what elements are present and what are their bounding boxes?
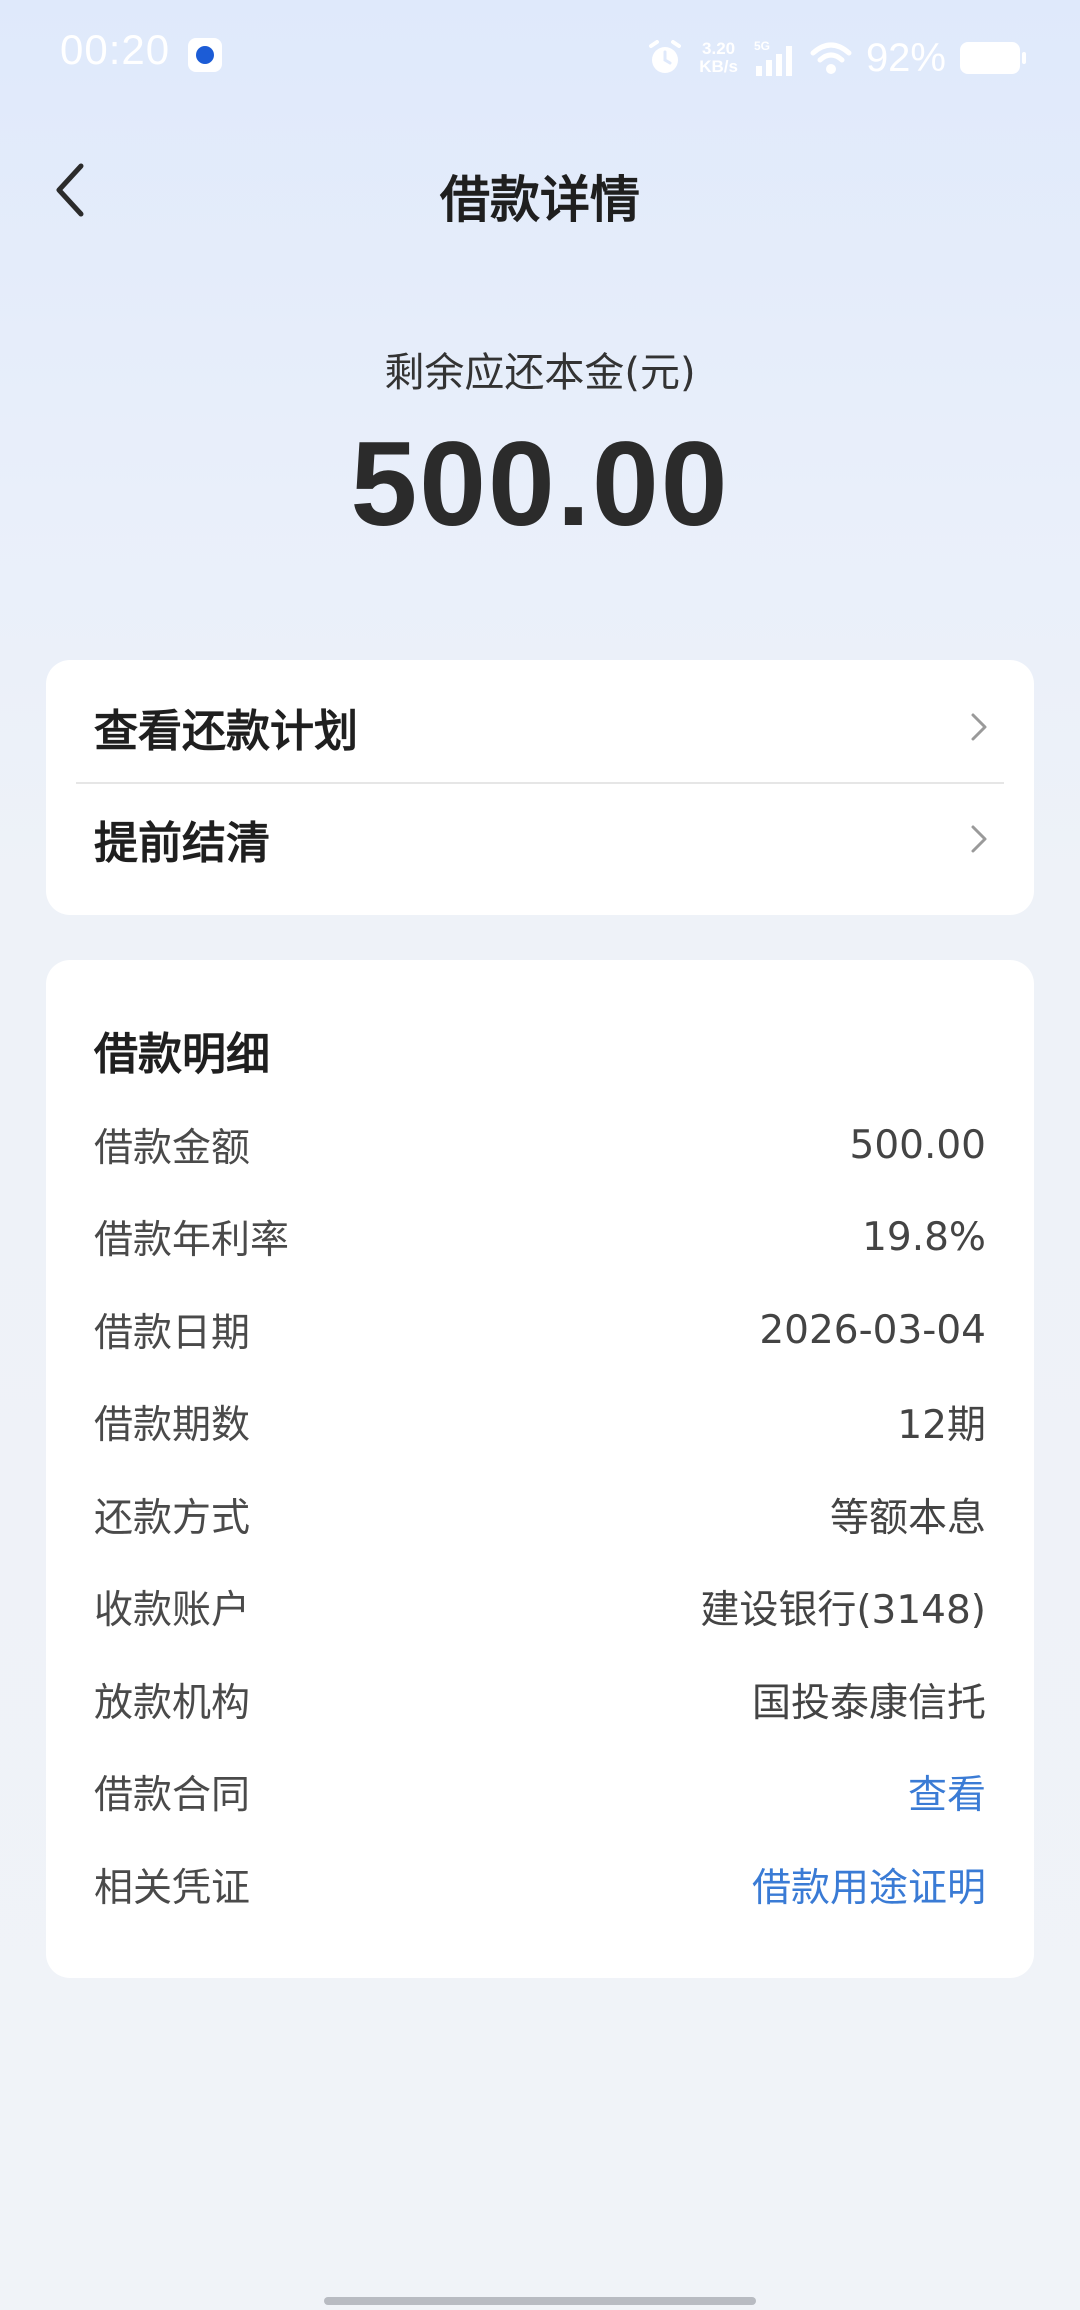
speed-value: 3.20 xyxy=(702,39,736,58)
detail-row-related-voucher: 相关凭证 借款用途证明 xyxy=(94,1855,986,1915)
detail-row-lender: 放款机构 国投泰康信托 xyxy=(94,1670,986,1730)
detail-value: 500.00 xyxy=(849,1122,986,1168)
network-speed: 3.20 KB/s xyxy=(699,40,738,76)
detail-value: 2026-03-04 xyxy=(759,1307,986,1353)
early-settlement-row[interactable]: 提前结清 xyxy=(76,784,1004,894)
view-contract-link[interactable]: 查看 xyxy=(908,1764,986,1820)
battery-icon xyxy=(960,42,1026,74)
repayment-plan-label: 查看还款计划 xyxy=(94,706,358,757)
detail-value: 12期 xyxy=(897,1403,986,1448)
detail-value: 等额本息 xyxy=(829,1496,986,1541)
app-notification-icon xyxy=(188,38,222,72)
detail-row-repayment-method: 还款方式 等额本息 xyxy=(94,1485,986,1545)
detail-value: 建设银行(3148) xyxy=(700,1588,986,1633)
svg-text:5G: 5G xyxy=(754,39,770,53)
actions-card: 查看还款计划 提前结清 xyxy=(46,660,1034,915)
alarm-icon xyxy=(649,40,682,73)
detail-key: 放款机构 xyxy=(94,1681,251,1726)
chevron-right-icon xyxy=(971,825,987,853)
detail-key: 借款期数 xyxy=(94,1403,251,1448)
remaining-principal-label: 剩余应还本金(元) xyxy=(384,350,696,396)
detail-row-loan-term: 借款期数 12期 xyxy=(94,1392,986,1452)
battery-percentage: 92% xyxy=(865,35,946,80)
status-bar: 00:20 3.20 KB/s 5G 92% xyxy=(0,0,1080,115)
repayment-plan-row[interactable]: 查看还款计划 xyxy=(76,672,1004,784)
early-settlement-label: 提前结清 xyxy=(94,818,270,869)
detail-key: 借款金额 xyxy=(94,1126,251,1171)
loan-details-card: 借款明细 借款金额 500.00 借款年利率 19.8% 借款日期 2026-0… xyxy=(46,960,1034,1978)
remaining-principal-amount: 500.00 xyxy=(350,417,730,551)
detail-value: 国投泰康信托 xyxy=(751,1681,986,1726)
detail-row-loan-amount: 借款金额 500.00 xyxy=(94,1115,986,1175)
detail-row-loan-contract: 借款合同 查看 xyxy=(94,1762,986,1822)
detail-value: 19.8% xyxy=(862,1214,986,1260)
detail-row-annual-rate: 借款年利率 19.8% xyxy=(94,1207,986,1267)
loan-purpose-proof-link[interactable]: 借款用途证明 xyxy=(752,1857,986,1913)
loan-details-title: 借款明细 xyxy=(94,1029,270,1080)
detail-row-receiving-account: 收款账户 建设银行(3148) xyxy=(94,1577,986,1637)
status-indicators: 3.20 KB/s 5G 92% xyxy=(645,30,1026,86)
chevron-right-icon xyxy=(971,713,987,741)
detail-key: 借款日期 xyxy=(94,1311,251,1356)
detail-row-loan-date: 借款日期 2026-03-04 xyxy=(94,1300,986,1360)
home-indicator[interactable] xyxy=(324,2297,756,2305)
wifi-icon xyxy=(810,42,852,74)
status-time: 00:20 xyxy=(60,26,171,73)
signal-5g-icon: 5G xyxy=(754,39,792,76)
page-title: 借款详情 xyxy=(440,171,640,229)
detail-key: 相关凭证 xyxy=(94,1866,251,1911)
detail-key: 还款方式 xyxy=(94,1496,251,1541)
detail-key: 借款年利率 xyxy=(94,1218,290,1263)
navigation-bar: 借款详情 xyxy=(0,140,1080,240)
detail-key: 借款合同 xyxy=(94,1773,251,1818)
speed-unit: KB/s xyxy=(699,57,738,76)
detail-key: 收款账户 xyxy=(94,1588,251,1633)
